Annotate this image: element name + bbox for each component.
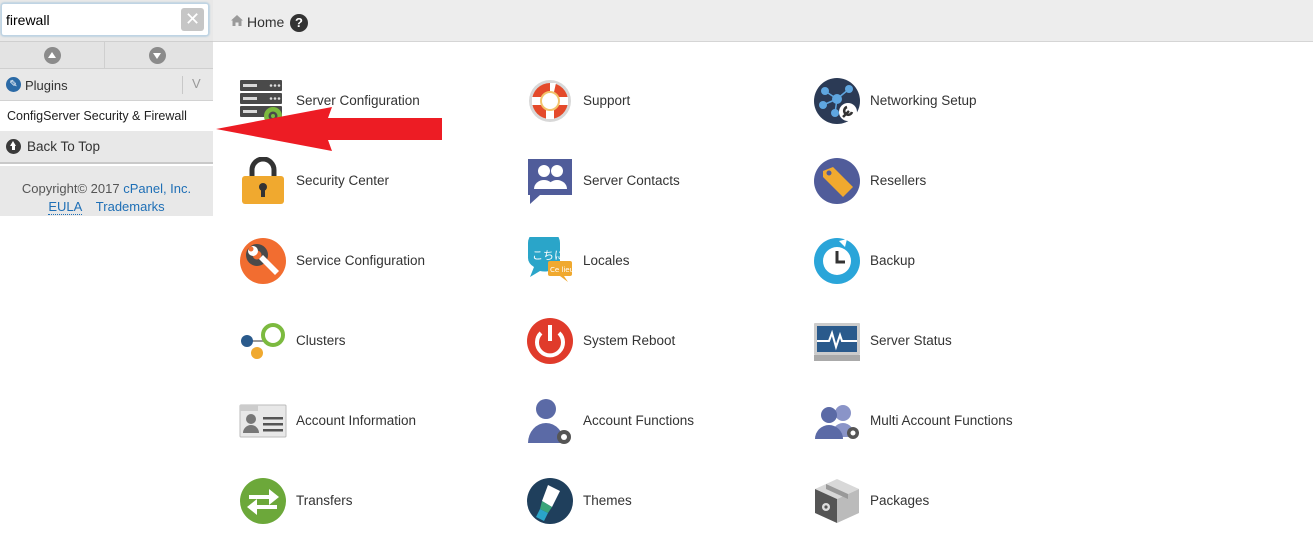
divider: [182, 76, 183, 94]
breadcrumb-home[interactable]: Home: [247, 14, 284, 30]
id-card-icon: [239, 404, 287, 438]
monitor-pulse-icon: [814, 323, 860, 361]
tool-service-configuration[interactable]: Service Configuration: [239, 237, 499, 285]
tool-locales[interactable]: こちに Ce lieu Locales: [526, 237, 786, 285]
clusters-icon: [241, 323, 285, 359]
next-section-button[interactable]: [105, 42, 210, 69]
tool-resellers[interactable]: Resellers: [813, 157, 1073, 205]
tool-label: Locales: [583, 253, 630, 268]
wrench-gear-icon: [240, 238, 286, 284]
tool-label: Service Configuration: [296, 253, 426, 268]
annotation-arrow-icon: [216, 107, 442, 151]
svg-text:こちに: こちに: [532, 249, 565, 262]
section-nav: [0, 41, 213, 69]
tool-server-status[interactable]: Server Status: [813, 317, 1073, 365]
padlock-icon: [242, 157, 284, 204]
tool-label: System Reboot: [583, 333, 676, 348]
tool-label: Server Configuration: [296, 93, 420, 108]
arrow-up-circle-icon: [6, 139, 21, 154]
speech-bubbles-icon: こちに Ce lieu: [527, 237, 574, 282]
power-icon: [527, 318, 573, 364]
tool-backup[interactable]: Backup: [813, 237, 1073, 285]
cpanel-link[interactable]: cPanel, Inc.: [123, 181, 191, 196]
arrow-down-icon: [149, 47, 166, 64]
backup-clock-icon: [814, 238, 860, 284]
tool-networking-setup[interactable]: Networking Setup: [813, 77, 1073, 125]
back-to-top-link[interactable]: Back To Top: [0, 131, 213, 164]
tool-label: Packages: [870, 493, 930, 508]
tool-label: Resellers: [870, 173, 927, 188]
tool-label: Themes: [583, 493, 632, 508]
tool-clusters[interactable]: Clusters: [239, 317, 499, 365]
help-icon[interactable]: ?: [290, 14, 308, 32]
legal-links: EULA Trademarks: [0, 199, 213, 215]
copyright-text: Copyright© 2017: [21, 181, 124, 196]
plugins-section-title: Plugins: [25, 78, 68, 93]
tool-security-center[interactable]: Security Center: [239, 157, 499, 205]
clear-search-icon[interactable]: ✕: [181, 8, 204, 31]
tool-label: Clusters: [296, 333, 346, 348]
trademarks-link[interactable]: Trademarks: [96, 199, 165, 214]
tool-support[interactable]: Support: [526, 77, 786, 125]
chevron-down-icon[interactable]: V: [192, 76, 201, 91]
sidebar-item-label[interactable]: ConfigServer Security & Firewall: [7, 109, 187, 123]
tool-label: Account Functions: [583, 413, 695, 428]
tag-icon: [814, 158, 860, 204]
plugins-section-header[interactable]: ✎ Plugins V: [0, 69, 213, 101]
tool-label: Networking Setup: [870, 93, 977, 108]
sidebar-footer: Copyright© 2017 cPanel, Inc. EULA Tradem…: [0, 166, 213, 216]
copyright: Copyright© 2017 cPanel, Inc.: [0, 181, 213, 196]
tool-transfers[interactable]: Transfers: [239, 477, 499, 525]
search-box[interactable]: ✕: [1, 3, 209, 36]
tool-label: Support: [583, 93, 631, 108]
search-input[interactable]: [6, 10, 176, 30]
home-icon[interactable]: [231, 15, 243, 26]
sidebar: ✕ ✎ Plugins V ConfigServer Security & Fi…: [0, 0, 213, 543]
search-bar: ✕: [0, 0, 213, 41]
svg-text:Ce lieu: Ce lieu: [550, 266, 574, 274]
top-bar: Home ?: [213, 0, 1313, 42]
lifebuoy-icon: [529, 80, 571, 122]
tool-system-reboot[interactable]: System Reboot: [526, 317, 786, 365]
transfer-arrows-icon: [240, 478, 286, 524]
tool-packages[interactable]: Packages: [813, 477, 1073, 525]
tool-multi-account-functions[interactable]: Multi Account Functions: [813, 397, 1073, 445]
network-icon: [814, 78, 860, 124]
back-to-top-label: Back To Top: [27, 139, 101, 154]
tool-label: Security Center: [296, 173, 390, 188]
user-gear-icon: [528, 399, 571, 444]
arrow-up-icon: [44, 47, 61, 64]
contacts-icon: [528, 159, 572, 204]
tool-account-information[interactable]: Account Information: [239, 397, 499, 445]
tool-label: Backup: [870, 253, 916, 268]
tool-themes[interactable]: Themes: [526, 477, 786, 525]
tool-label: Transfers: [296, 493, 353, 508]
tool-server-contacts[interactable]: Server Contacts: [526, 157, 786, 205]
sidebar-item-configserver-firewall[interactable]: ConfigServer Security & Firewall: [0, 101, 213, 131]
tool-account-functions[interactable]: Account Functions: [526, 397, 786, 445]
tool-label: Multi Account Functions: [870, 413, 1013, 428]
previous-section-button[interactable]: [0, 42, 105, 69]
tool-label: Server Status: [870, 333, 952, 348]
eula-link[interactable]: EULA: [48, 199, 82, 215]
package-box-icon: [815, 479, 859, 523]
tool-label: Server Contacts: [583, 173, 680, 188]
tool-label: Account Information: [296, 413, 417, 428]
paint-brush-icon: [527, 478, 573, 524]
plugin-icon: ✎: [6, 77, 21, 92]
users-gear-icon: [815, 405, 859, 439]
